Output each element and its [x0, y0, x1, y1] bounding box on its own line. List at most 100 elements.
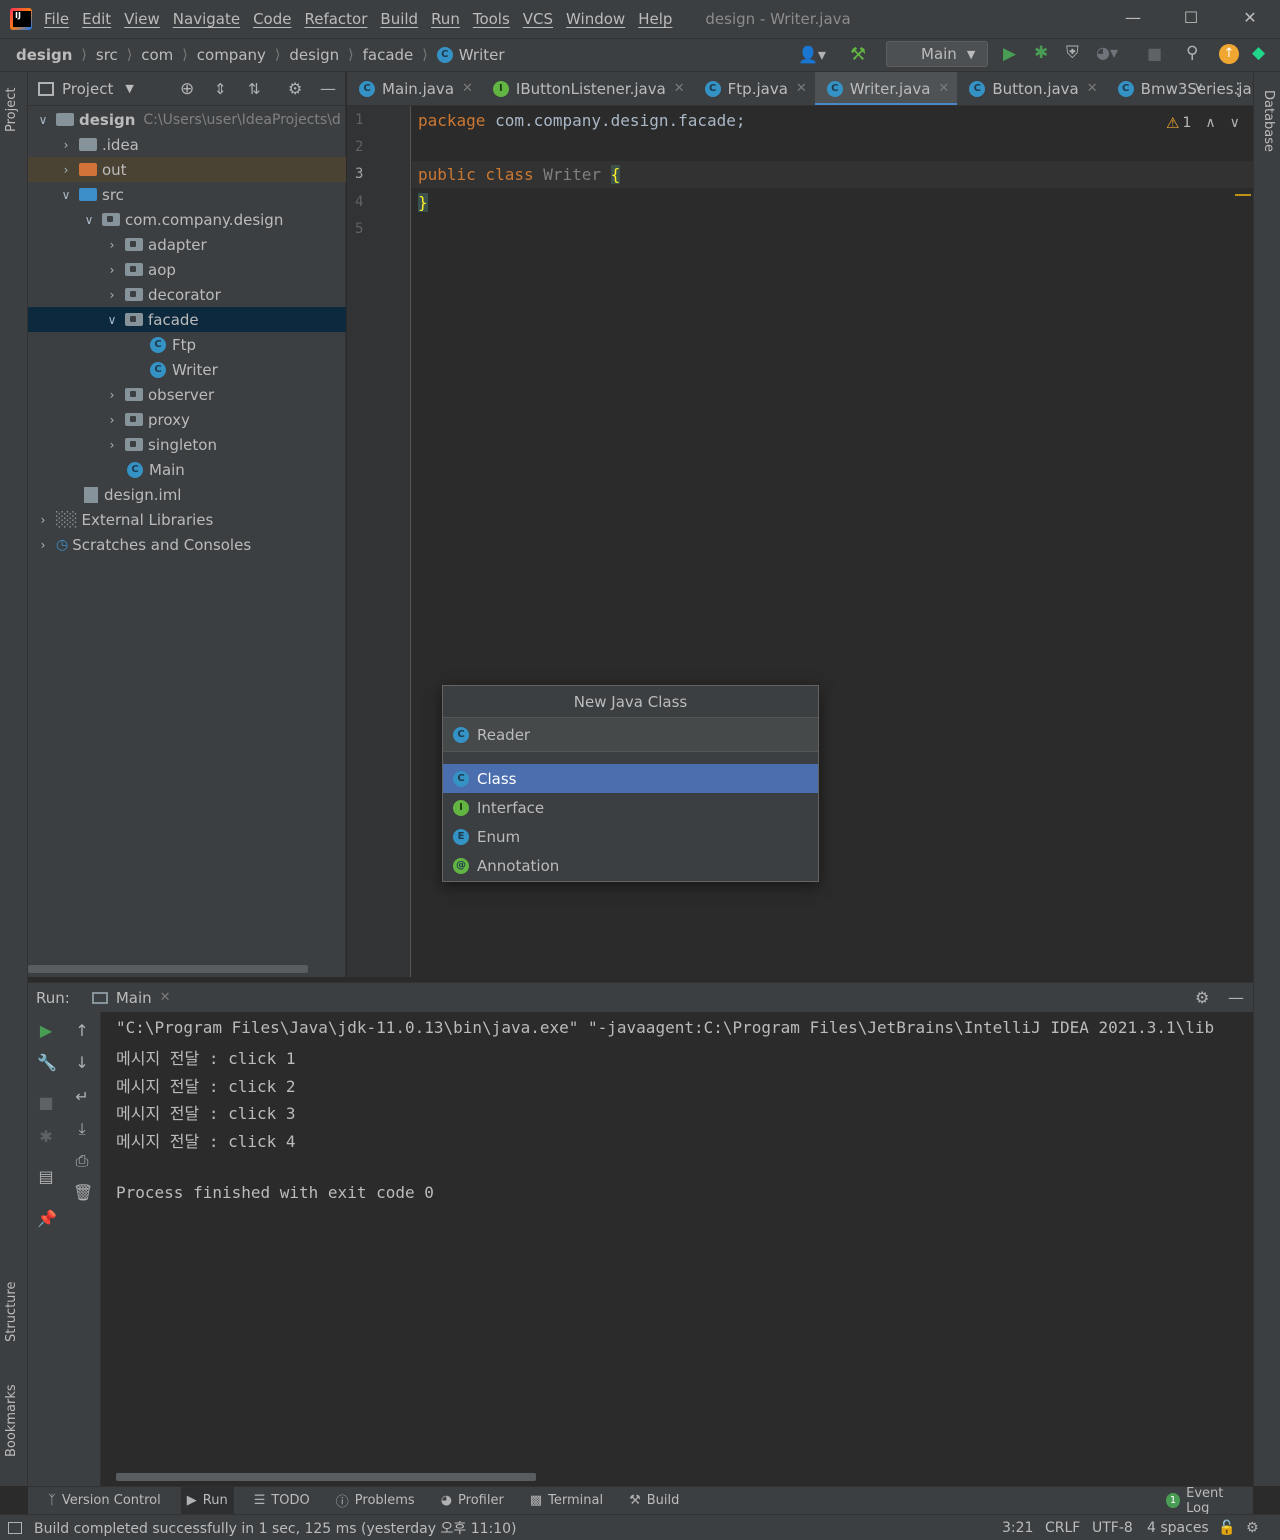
chevron-right-icon[interactable]: ›	[105, 438, 119, 452]
project-panel-title[interactable]: Project	[62, 80, 113, 98]
tool-event-log[interactable]: 1 Event Log	[1160, 1486, 1253, 1516]
menu-code[interactable]: Code	[253, 10, 291, 28]
menu-tools[interactable]: Tools	[473, 10, 510, 28]
tab-button-java[interactable]: C Button.java ✕	[957, 72, 1105, 105]
close-icon[interactable]: ✕	[1087, 81, 1098, 96]
caret-position[interactable]: 3:21	[1002, 1520, 1033, 1536]
gear-icon[interactable]: ⚙	[1195, 988, 1209, 1007]
tree-item-com-company-design[interactable]: ∨ com.company.design	[28, 207, 346, 232]
class-name-input[interactable]	[477, 725, 777, 744]
stop-icon[interactable]: ■	[37, 1094, 55, 1112]
close-window-icon[interactable]: ✕	[1240, 8, 1260, 28]
breadcrumb-facade[interactable]: facade	[363, 46, 414, 64]
chevron-right-icon[interactable]: ›	[105, 263, 119, 277]
chevron-right-icon[interactable]: ›	[105, 388, 119, 402]
code-with-me-icon[interactable]: ◆	[1252, 43, 1265, 63]
trash-icon[interactable]: 🗑	[73, 1184, 93, 1202]
profiler-icon[interactable]: ◕▾	[1096, 43, 1118, 62]
print-icon[interactable]: ⎙	[73, 1152, 91, 1170]
option-annotation[interactable]: @ Annotation	[443, 851, 818, 880]
tree-item-external-libraries[interactable]: › ░░ External Libraries	[28, 507, 346, 532]
tree-item-decorator[interactable]: › decorator	[28, 282, 346, 307]
chevron-right-icon[interactable]: ›	[105, 238, 119, 252]
bookmarks-tool-tab[interactable]: Bookmarks	[4, 1384, 19, 1457]
tool-problems[interactable]: ⓘ Problems	[330, 1487, 421, 1515]
build-hammer-icon[interactable]: ⚒	[850, 44, 866, 65]
file-encoding[interactable]: UTF-8	[1092, 1520, 1133, 1536]
close-icon[interactable]: ✕	[796, 81, 807, 96]
menu-view[interactable]: View	[124, 10, 160, 28]
tree-item-scratches[interactable]: › ◷ Scratches and Consoles	[28, 532, 346, 557]
tree-item-main[interactable]: C Main	[28, 457, 346, 482]
menu-edit[interactable]: Edit	[82, 10, 111, 28]
locate-icon[interactable]: ⊕	[180, 79, 194, 99]
lock-icon[interactable]: 🔓	[1218, 1520, 1235, 1536]
tree-item-facade[interactable]: ∨ facade	[28, 307, 346, 332]
tree-item-ftp[interactable]: C Ftp	[28, 332, 346, 357]
menu-build[interactable]: Build	[380, 10, 418, 28]
chevron-right-icon[interactable]: ›	[36, 538, 50, 552]
tab-writer-java[interactable]: C Writer.java ✕	[814, 72, 958, 105]
maximize-icon[interactable]: ☐	[1181, 8, 1201, 28]
menu-refactor[interactable]: Refactor	[304, 10, 367, 28]
tree-item-aop[interactable]: › aop	[28, 257, 346, 282]
scroll-to-end-icon[interactable]: ⤓	[73, 1120, 91, 1138]
debug-icon[interactable]: ✱	[1034, 43, 1048, 63]
gear-icon[interactable]: ⚙	[288, 79, 302, 98]
breadcrumb-com[interactable]: com	[141, 46, 173, 64]
menu-vcs[interactable]: VCS	[523, 10, 553, 28]
chevron-right-icon[interactable]: ›	[59, 163, 73, 177]
soft-wrap-icon[interactable]: ↵	[73, 1088, 91, 1106]
user-icon[interactable]: 👤▾	[798, 45, 826, 64]
collapse-all-icon[interactable]: ⇅	[248, 80, 261, 98]
pin-icon[interactable]: 📌	[37, 1210, 57, 1228]
more-icon[interactable]: ⋮	[1230, 79, 1246, 98]
inspector-icon[interactable]: ⚙	[1246, 1520, 1259, 1536]
close-icon[interactable]: ✕	[462, 81, 473, 96]
breadcrumb-design[interactable]: design	[16, 46, 72, 64]
close-icon[interactable]: ✕	[674, 81, 685, 96]
tool-version-control[interactable]: ᛉ Version Control	[42, 1487, 167, 1515]
arrow-down-icon[interactable]: ↓	[73, 1054, 91, 1072]
tab-ibuttonlistener-java[interactable]: I IButtonListener.java ✕	[481, 72, 693, 105]
tree-item-src[interactable]: ∨ src	[28, 182, 346, 207]
menu-navigate[interactable]: Navigate	[173, 10, 240, 28]
option-enum[interactable]: E Enum	[443, 822, 818, 851]
toggle-tool-windows-icon[interactable]	[8, 1521, 22, 1534]
menu-run[interactable]: Run	[431, 10, 460, 28]
tree-item-proxy[interactable]: › proxy	[28, 407, 346, 432]
tree-item-observer[interactable]: › observer	[28, 382, 346, 407]
database-tool-tab[interactable]: Database	[1261, 90, 1276, 152]
option-interface[interactable]: I Interface	[443, 793, 818, 822]
tab-ftp-java[interactable]: C Ftp.java ✕	[693, 72, 815, 105]
inspection-widget[interactable]: ⚠ 1 ∧ ∨	[1166, 114, 1240, 132]
error-stripe-mark[interactable]	[1235, 194, 1251, 196]
structure-tool-tab[interactable]: Structure	[4, 1282, 19, 1342]
horizontal-scrollbar[interactable]	[116, 1473, 536, 1481]
arrow-up-icon[interactable]: ↑	[73, 1022, 91, 1040]
search-icon[interactable]: ⚲	[1186, 43, 1198, 63]
tree-item-idea[interactable]: › .idea	[28, 132, 346, 157]
run-icon[interactable]: ▶	[1003, 44, 1016, 64]
chevron-up-icon[interactable]: ∧	[1205, 115, 1215, 131]
chevron-right-icon[interactable]: ›	[105, 413, 119, 427]
close-icon[interactable]: ✕	[160, 990, 171, 1005]
class-name-field[interactable]: C	[443, 718, 818, 752]
hide-icon[interactable]: —	[1228, 988, 1244, 1007]
chevron-down-icon[interactable]: ∨	[1194, 80, 1204, 95]
run-config-select[interactable]: Main ▼	[886, 41, 988, 67]
tree-item-design-iml[interactable]: design.iml	[28, 482, 346, 507]
tab-main-java[interactable]: C Main.java ✕	[347, 72, 481, 105]
chevron-down-icon[interactable]: ∨	[59, 188, 73, 202]
breadcrumb-writer[interactable]: Writer	[459, 46, 505, 64]
stop-icon[interactable]: ■	[1147, 44, 1162, 63]
coverage-icon[interactable]: ⛨	[1066, 43, 1079, 63]
chevron-down-icon[interactable]: ∨	[105, 313, 119, 327]
line-separator[interactable]: CRLF	[1045, 1520, 1080, 1536]
layout-icon[interactable]: ▤	[37, 1168, 55, 1186]
chevron-down-icon[interactable]: ∨	[36, 113, 50, 127]
menu-file[interactable]: File	[44, 10, 69, 28]
hide-icon[interactable]: —	[320, 79, 336, 98]
tool-build[interactable]: ⚒ Build	[623, 1487, 685, 1515]
minimize-icon[interactable]: —	[1123, 8, 1143, 28]
